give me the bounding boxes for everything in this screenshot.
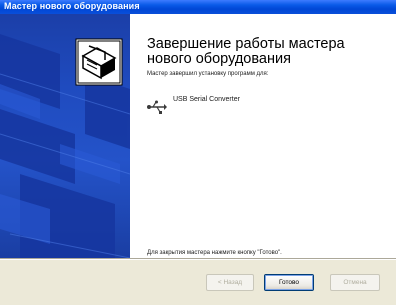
hardware-wizard-icon [75, 38, 123, 86]
back-button[interactable]: < Назад [206, 274, 254, 291]
title-bar[interactable]: Мастер нового оборудования [0, 0, 396, 14]
wizard-side-panel [0, 14, 130, 258]
installed-device: USB Serial Converter [147, 96, 347, 122]
cancel-button[interactable]: Отмена [330, 274, 380, 291]
button-separator [0, 258, 396, 260]
finish-button[interactable]: Готово [264, 274, 314, 291]
wizard-content: Завершение работы мастера нового оборудо… [130, 14, 396, 258]
wizard-heading: Завершение работы мастера нового оборудо… [147, 36, 345, 67]
usb-icon [147, 100, 167, 114]
wizard-window: Мастер нового оборудования Завершение ра… [0, 0, 396, 305]
install-complete-text: Мастер завершил установку программ для: [147, 71, 269, 77]
window-title: Мастер нового оборудования [4, 1, 140, 11]
device-name: USB Serial Converter [173, 96, 240, 103]
closing-instruction: Для закрытия мастера нажмите кнопку "Гот… [147, 250, 282, 256]
